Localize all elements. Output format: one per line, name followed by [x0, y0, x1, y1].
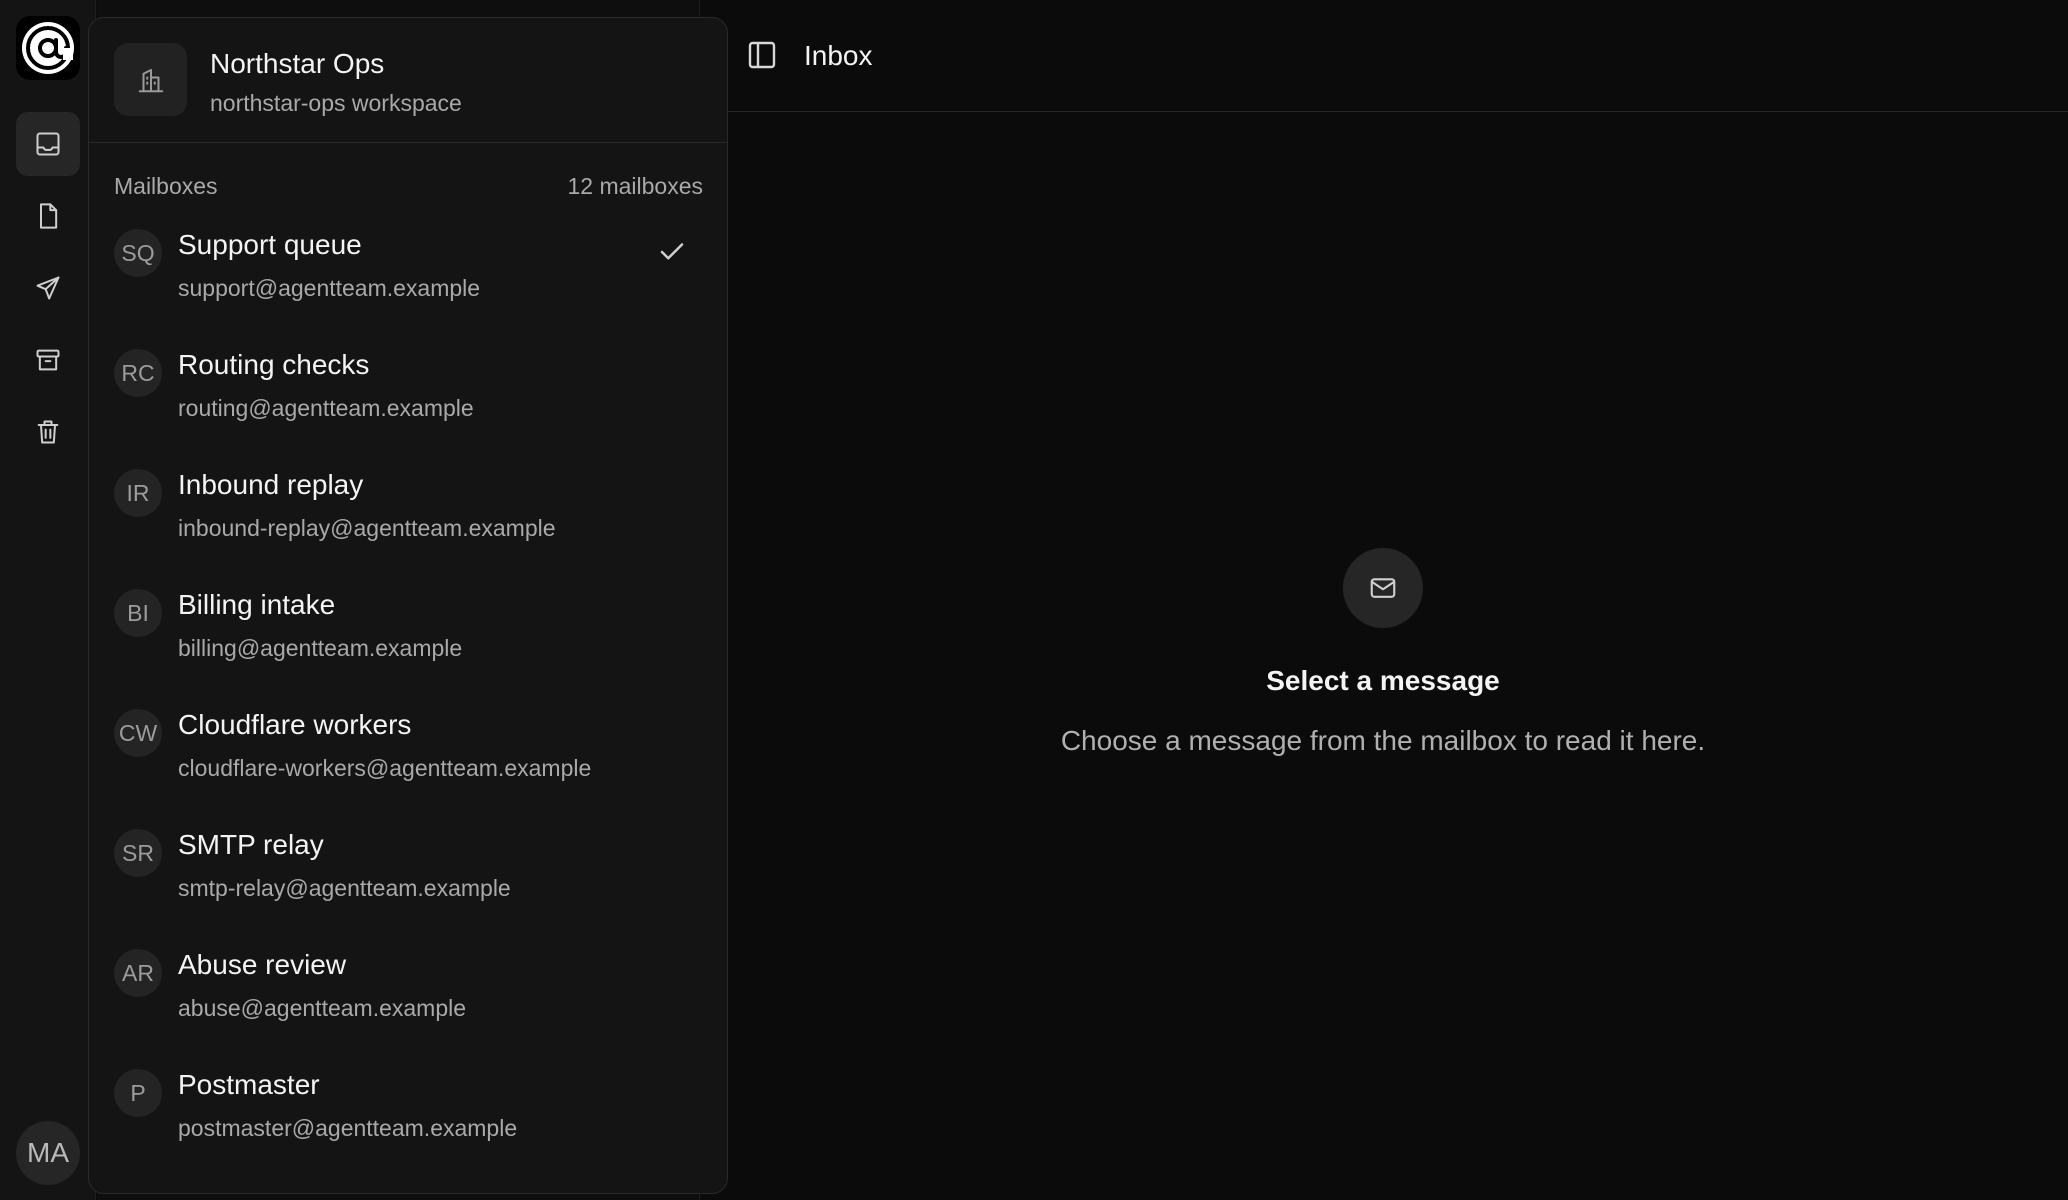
mailbox-initials: P: [114, 1069, 162, 1117]
workspace-header[interactable]: Northstar Ops northstar-ops workspace: [89, 18, 727, 143]
mailboxes-label: Mailboxes: [114, 173, 218, 199]
mailbox-initials: AR: [114, 949, 162, 997]
mailbox-item[interactable]: RC Routing checks routing@agentteam.exam…: [89, 335, 727, 455]
mailbox-email: support@agentteam.example: [178, 275, 481, 301]
workspace-icon-badge: [114, 43, 187, 116]
nav-sent-button[interactable]: [16, 256, 80, 320]
mailbox-name: SMTP relay: [178, 829, 324, 860]
top-bar: Inbox: [728, 0, 2068, 112]
file-icon: [40, 203, 58, 229]
mailbox-initials: IR: [114, 469, 162, 517]
sidebar-toggle-button[interactable]: [746, 39, 778, 71]
mailbox-switcher-popover: Northstar Ops northstar-ops workspace Ma…: [88, 17, 728, 1194]
nav-drafts-button[interactable]: [16, 184, 80, 248]
mail-icon-badge: [1343, 548, 1423, 628]
mailbox-name: Cloudflare workers: [178, 709, 412, 740]
nav-archive-button[interactable]: [16, 328, 80, 392]
send-icon: [36, 276, 60, 300]
nav-inbox-button[interactable]: [16, 112, 80, 176]
mailbox-name: Inbound replay: [178, 469, 364, 500]
mailbox-email: cloudflare-workers@agentteam.example: [178, 755, 592, 781]
workspace-subtitle: northstar-ops workspace: [210, 90, 462, 116]
mailbox-initials: RC: [114, 349, 162, 397]
user-avatar[interactable]: MA: [16, 1121, 80, 1185]
mailbox-item[interactable]: SQ Support queue support@agentteam.examp…: [89, 215, 727, 335]
mailboxes-header: Mailboxes 12 mailboxes: [89, 143, 727, 215]
archive-icon: [36, 349, 60, 371]
inbox-icon: [36, 132, 60, 156]
mailbox-list: SQ Support queue support@agentteam.examp…: [89, 215, 727, 1175]
empty-state-title: Select a message: [1266, 665, 1500, 696]
workspace-name: Northstar Ops: [210, 48, 385, 79]
mailbox-item[interactable]: P Postmaster postmaster@agentteam.exampl…: [89, 1055, 727, 1175]
mailbox-item[interactable]: IR Inbound replay inbound-replay@agentte…: [89, 455, 727, 575]
mailbox-item[interactable]: SR SMTP relay smtp-relay@agentteam.examp…: [89, 815, 727, 935]
mailbox-name: Abuse review: [178, 949, 347, 980]
mailbox-name: Support queue: [178, 229, 362, 260]
app-logo[interactable]: [16, 16, 80, 80]
icon-rail: MA: [0, 0, 96, 1200]
mailbox-email: postmaster@agentteam.example: [178, 1115, 518, 1141]
mailboxes-count: 12 mailboxes: [567, 173, 703, 199]
mailbox-name: Routing checks: [178, 349, 370, 380]
mailbox-item[interactable]: CW Cloudflare workers cloudflare-workers…: [89, 695, 727, 815]
mailbox-item[interactable]: BI Billing intake billing@agentteam.exam…: [89, 575, 727, 695]
mailbox-item[interactable]: AR Abuse review abuse@agentteam.example: [89, 935, 727, 1055]
building-icon: [138, 68, 163, 92]
mailbox-initials: CW: [114, 709, 162, 757]
mailbox-email: routing@agentteam.example: [178, 395, 474, 421]
at-sign-icon: [22, 22, 74, 74]
mailbox-email: abuse@agentteam.example: [178, 995, 467, 1021]
message-empty-state: Select a message Choose a message from t…: [728, 113, 2068, 1200]
nav-trash-button[interactable]: [16, 400, 80, 464]
mailbox-name: Postmaster: [178, 1069, 320, 1100]
mailbox-email: billing@agentteam.example: [178, 635, 463, 661]
mailbox-initials: SR: [114, 829, 162, 877]
trash-icon: [37, 420, 59, 444]
mailbox-initials: BI: [114, 589, 162, 637]
page-title: Inbox: [804, 40, 873, 71]
empty-state-description: Choose a message from the mailbox to rea…: [1060, 725, 1706, 756]
selected-check-icon: [657, 237, 687, 267]
mailbox-name: Billing intake: [178, 589, 336, 620]
panel-left-icon: [748, 41, 776, 69]
mail-icon: [1370, 578, 1396, 598]
mailbox-initials: SQ: [114, 229, 162, 277]
mailbox-email: smtp-relay@agentteam.example: [178, 875, 511, 901]
mailbox-email: inbound-replay@agentteam.example: [178, 515, 556, 541]
